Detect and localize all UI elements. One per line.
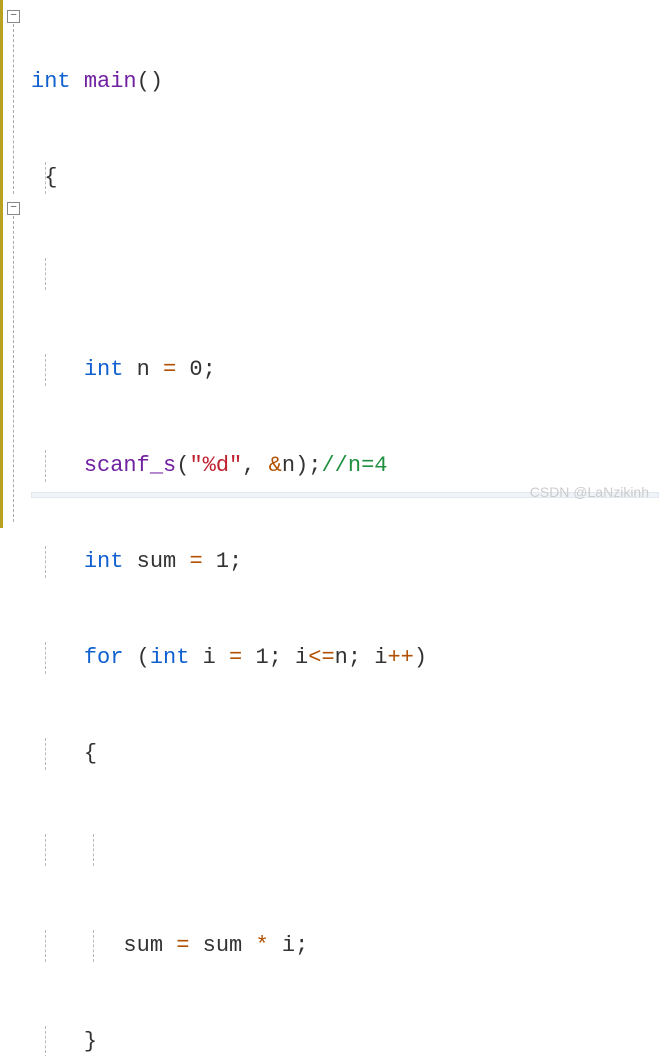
text: n (123, 357, 163, 382)
text: sum (123, 933, 176, 958)
code-area[interactable]: int main() { int n = 0; scanf_s("%d", &n… (31, 0, 659, 528)
code-line: int main() (31, 66, 659, 98)
keyword-int: int (84, 357, 124, 382)
semicolon: ; (203, 357, 216, 382)
paren: ) (295, 453, 308, 478)
paren: ) (414, 645, 427, 670)
text: sum (189, 933, 255, 958)
brace-close: } (84, 1029, 97, 1054)
operator: & (269, 453, 282, 478)
text: 1 (203, 549, 229, 574)
operator: = (176, 933, 189, 958)
text: n (282, 453, 295, 478)
keyword-int: int (31, 69, 71, 94)
parens: () (137, 69, 163, 94)
code-line: { (31, 738, 659, 770)
operator: = (163, 357, 176, 382)
code-line: for (int i = 1; i<=n; i++) (31, 642, 659, 674)
string-literal: "%d" (189, 453, 242, 478)
text: sum (123, 549, 189, 574)
fold-toggle-for[interactable] (7, 202, 20, 215)
code-line: } (31, 1026, 659, 1056)
keyword-int: int (150, 645, 190, 670)
comment: //n=4 (321, 453, 387, 478)
semicolon: ; (269, 645, 282, 670)
paren: ( (176, 453, 189, 478)
operator: <= (308, 645, 334, 670)
text: i (189, 645, 229, 670)
watermark: CSDN @LaNzikinh (530, 484, 649, 500)
operator: ++ (387, 645, 413, 670)
keyword-for: for (84, 645, 124, 670)
operator: = (229, 645, 242, 670)
gutter (3, 0, 31, 528)
fold-line-1 (13, 24, 14, 194)
code-line: int n = 0; (31, 354, 659, 386)
paren: ( (123, 645, 149, 670)
text: 1 (242, 645, 268, 670)
code-line: scanf_s("%d", &n);//n=4 (31, 450, 659, 482)
semicolon: ; (308, 453, 321, 478)
semicolon: ; (295, 933, 308, 958)
function-scanf: scanf_s (84, 453, 176, 478)
brace-open: { (44, 165, 57, 190)
brace-open: { (84, 741, 97, 766)
operator: * (255, 933, 268, 958)
semicolon: ; (348, 645, 361, 670)
code-editor: int main() { int n = 0; scanf_s("%d", &n… (0, 0, 659, 528)
identifier-main: main (84, 69, 137, 94)
text: i (269, 933, 295, 958)
text: , (242, 453, 268, 478)
text: i (361, 645, 387, 670)
code-line (31, 258, 659, 290)
code-line: sum = sum * i; (31, 930, 659, 962)
fold-toggle-main[interactable] (7, 10, 20, 23)
fold-line-2 (13, 216, 14, 522)
text: n (335, 645, 348, 670)
keyword-int: int (84, 549, 124, 574)
semicolon: ; (229, 549, 242, 574)
text: i (282, 645, 308, 670)
operator: = (189, 549, 202, 574)
code-line (31, 834, 659, 866)
code-line: { (31, 162, 659, 194)
text: 0 (176, 357, 202, 382)
code-line: int sum = 1; (31, 546, 659, 578)
